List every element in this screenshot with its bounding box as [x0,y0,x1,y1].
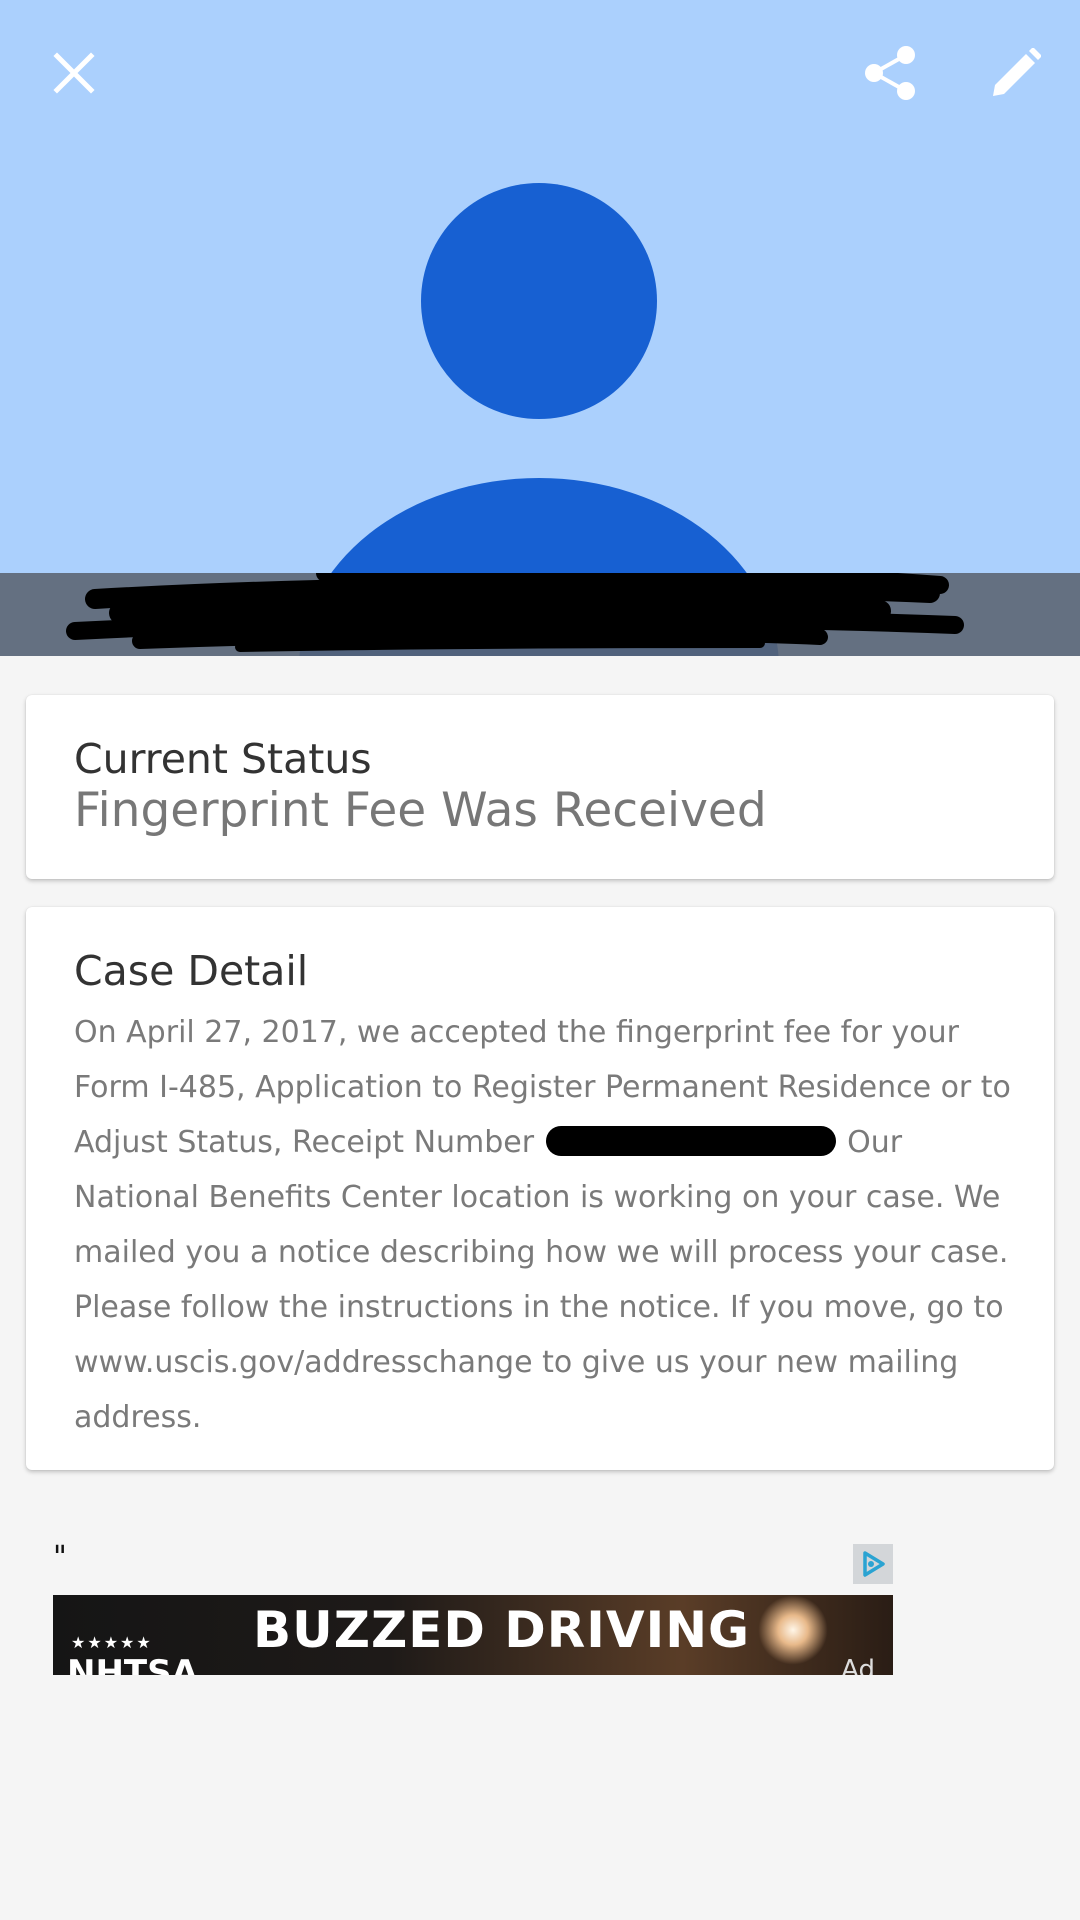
current-status-card: Current Status Fingerprint Fee Was Recei… [26,695,1054,879]
ad-headline: BUZZED DRIVING [253,1601,751,1659]
name-bar [0,573,1080,656]
ad-banner[interactable]: ★★★★★ NHTSA BUZZED DRIVING Ad [53,1595,893,1675]
share-icon [865,46,915,100]
ad-brand: NHTSA [67,1653,198,1675]
status-title: Current Status [74,735,372,783]
ad-light-glow [758,1595,828,1665]
share-button[interactable] [842,25,938,121]
name-redaction-scribble [66,573,964,652]
ad-stars: ★★★★★ [71,1633,153,1652]
close-icon [53,52,95,94]
edit-button[interactable] [968,25,1064,121]
contact-header [0,0,1080,656]
adchoices-button[interactable] [853,1544,893,1584]
adchoices-icon [863,1551,885,1577]
case-detail-card: Case Detail On April 27, 2017, we accept… [26,907,1054,1470]
receipt-number-redaction [545,1126,836,1156]
case-detail-title: Case Detail [74,947,309,995]
case-detail-text: On April 27, 2017, we accepted the finge… [74,1005,1034,1445]
ad-badge: Ad [841,1655,875,1675]
avatar-head [421,183,657,419]
status-value: Fingerprint Fee Was Received [74,783,767,838]
case-detail-text-part2: Our National Benefits Center location is… [74,1125,1009,1435]
close-button[interactable] [26,25,122,121]
ad-quote-mark: " [53,1540,67,1575]
pencil-icon [993,48,1041,96]
